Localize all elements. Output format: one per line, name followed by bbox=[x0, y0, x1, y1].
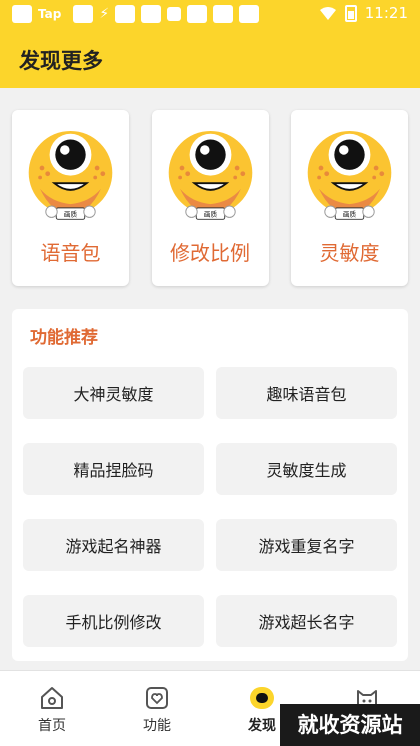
mascot-badge: 画质 bbox=[343, 209, 357, 218]
page-title: 发现更多 bbox=[19, 49, 103, 73]
aspect-ratio-card[interactable]: 画质 修改比例 bbox=[151, 110, 269, 286]
card-label: 修改比例 bbox=[170, 241, 250, 265]
feature-button[interactable]: 游戏超长名字 bbox=[216, 595, 397, 647]
flash-icon: ⚡ bbox=[99, 6, 110, 22]
feature-button[interactable]: 游戏重复名字 bbox=[216, 519, 397, 571]
status-bar: Tap ⚡ 11:21 bbox=[0, 0, 420, 30]
home-icon bbox=[41, 687, 63, 709]
discover-icon bbox=[250, 687, 274, 709]
feature-grid: 大神灵敏度 趣味语音包 精品捏脸码 灵敏度生成 游戏起名神器 游戏重复名字 手机… bbox=[23, 367, 397, 647]
top-card-row: 画质 语音包 画质 修改比例 画质 灵敏度 bbox=[12, 110, 408, 286]
sensitivity-card[interactable]: 画质 灵敏度 bbox=[291, 110, 408, 286]
mascot-badge: 画质 bbox=[203, 209, 217, 218]
feature-button[interactable]: 精品捏脸码 bbox=[23, 443, 204, 495]
app-notification-icon bbox=[115, 5, 136, 23]
feature-button[interactable]: 灵敏度生成 bbox=[216, 443, 397, 495]
nav-features[interactable]: 功能 bbox=[127, 685, 187, 735]
notification-icon bbox=[12, 5, 32, 23]
carrier-text: Tap bbox=[38, 7, 62, 21]
feature-button[interactable]: 趣味语音包 bbox=[216, 367, 397, 419]
feature-button[interactable]: 大神灵敏度 bbox=[23, 367, 204, 419]
app-notification-icon bbox=[187, 5, 208, 23]
app-header: Tap ⚡ 11:21 发现更多 bbox=[0, 0, 420, 88]
nav-label: 首页 bbox=[38, 718, 66, 734]
feature-button[interactable]: 游戏起名神器 bbox=[23, 519, 204, 571]
section-title: 功能推荐 bbox=[30, 328, 98, 348]
mascot-icon: 画质 bbox=[168, 130, 252, 220]
wifi-icon bbox=[319, 7, 336, 20]
feature-button[interactable]: 手机比例修改 bbox=[23, 595, 204, 647]
recommend-section: 功能推荐 大神灵敏度 趣味语音包 精品捏脸码 灵敏度生成 游戏起名神器 游戏重复… bbox=[12, 309, 408, 661]
mascot-icon: 画质 bbox=[307, 130, 392, 220]
app-notification-icon bbox=[239, 5, 260, 23]
card-label: 灵敏度 bbox=[319, 241, 380, 265]
app-notification-icon bbox=[73, 5, 94, 23]
battery-icon bbox=[344, 5, 357, 22]
app-notification-icon bbox=[167, 7, 182, 21]
clock: 11:21 bbox=[364, 4, 408, 22]
nav-label: 功能 bbox=[143, 718, 171, 734]
card-label: 语音包 bbox=[40, 241, 101, 265]
watermark: 就收资源站 bbox=[280, 704, 420, 746]
app-notification-icon bbox=[141, 5, 162, 23]
voice-pack-card[interactable]: 画质 语音包 bbox=[12, 110, 129, 286]
mascot-badge: 画质 bbox=[64, 209, 78, 218]
mascot-icon: 画质 bbox=[28, 130, 113, 220]
nav-home[interactable]: 首页 bbox=[22, 685, 82, 735]
app-notification-icon bbox=[213, 5, 234, 23]
heart-tag-icon bbox=[146, 687, 168, 709]
